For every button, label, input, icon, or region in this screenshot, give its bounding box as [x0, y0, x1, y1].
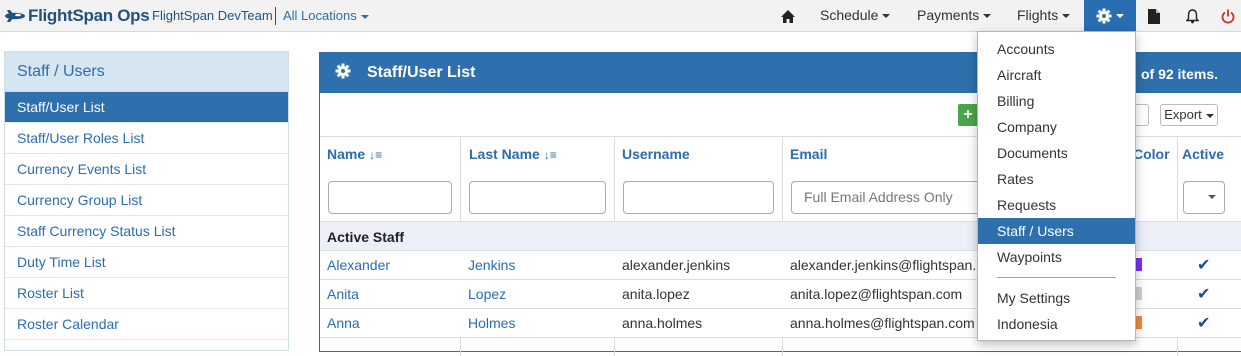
sort-alpha-icon: ↓≡ [543, 148, 557, 162]
brand-logo[interactable]: FlightSpan Ops [4, 4, 150, 28]
username-filter-input[interactable] [623, 181, 774, 214]
active-filter-select[interactable] [1183, 181, 1225, 214]
active-check-icon: ✔ [1197, 257, 1211, 274]
cell-name[interactable]: Anna [327, 315, 360, 331]
chevron-down-icon [983, 14, 992, 19]
nav-schedule[interactable]: Schedule [820, 0, 891, 32]
logout-button[interactable] [1221, 0, 1235, 32]
sidebar-item-currency-group[interactable]: Currency Group List [5, 185, 288, 216]
items-summary: of 92 items. [1140, 66, 1218, 82]
sidebar-item-roster-calendar[interactable]: Roster Calendar [5, 309, 288, 340]
chevron-down-icon [360, 14, 369, 19]
chevron-down-icon [1205, 113, 1214, 118]
cell-username: anita.lopez [622, 286, 690, 302]
nav-flights[interactable]: Flights [1017, 0, 1071, 32]
sidebar-item-currency-events[interactable]: Currency Events List [5, 154, 288, 185]
top-navbar: FlightSpan Ops FlightSpan DevTeam All Lo… [0, 0, 1241, 32]
cell-email: anna.holmes@flightspan.com [790, 315, 975, 331]
column-header-last-name[interactable]: Last Name ↓≡ [469, 146, 557, 162]
cell-name[interactable]: Anita [327, 286, 359, 302]
column-header-email[interactable]: Email [790, 146, 827, 162]
sidebar-item-staff-currency-status[interactable]: Staff Currency Status List [5, 216, 288, 247]
active-check-icon: ✔ [1197, 315, 1211, 332]
last-name-filter-input[interactable] [469, 181, 606, 214]
sidebar-title: Staff / Users [5, 52, 288, 92]
nav-schedule-label: Schedule [820, 7, 879, 23]
chevron-down-icon [1208, 195, 1216, 200]
cell-email: alexander.jenkins@flightspan.com [790, 257, 1003, 273]
name-filter-input[interactable] [328, 181, 452, 214]
column-header-last-name-label: Last Name [469, 146, 540, 162]
menu-item-requests[interactable]: Requests [978, 192, 1135, 218]
plane-icon [5, 10, 25, 22]
chevron-down-icon [1062, 14, 1071, 19]
team-name: FlightSpan DevTeam [152, 8, 273, 23]
cell-last-name[interactable]: Lopez [468, 286, 506, 302]
menu-item-my-settings[interactable]: My Settings [978, 285, 1135, 311]
file-icon [1148, 8, 1160, 24]
column-header-username[interactable]: Username [622, 146, 690, 162]
documents-button[interactable] [1148, 0, 1160, 32]
plus-icon: + [963, 106, 973, 123]
export-label: Export [1164, 107, 1202, 122]
menu-item-rates[interactable]: Rates [978, 166, 1135, 192]
menu-item-staff-users[interactable]: Staff / Users [978, 218, 1135, 244]
settings-dropdown-menu: Accounts Aircraft Billing Company Docume… [977, 31, 1136, 341]
brand-name: FlightSpan Ops [28, 6, 150, 25]
brand-separator [275, 7, 276, 25]
settings-menu-button[interactable] [1084, 0, 1136, 32]
email-filter-input[interactable]: Full Email Address Only [791, 181, 991, 214]
menu-item-indonesia[interactable]: Indonesia [978, 311, 1135, 337]
panel-title: Staff/User List [367, 64, 476, 81]
cell-email: anita.lopez@flightspan.com [790, 286, 963, 302]
power-icon [1221, 9, 1235, 24]
column-header-color[interactable]: Color [1133, 146, 1170, 162]
menu-item-billing[interactable]: Billing [978, 88, 1135, 114]
active-check-icon: ✔ [1197, 286, 1211, 303]
menu-item-accounts[interactable]: Accounts [978, 36, 1135, 62]
export-button[interactable]: Export [1160, 104, 1218, 126]
cell-last-name[interactable]: Holmes [468, 315, 515, 331]
nav-payments[interactable]: Payments [917, 0, 992, 32]
menu-item-company[interactable]: Company [978, 114, 1135, 140]
group-label: Active Staff [327, 229, 405, 245]
column-header-name[interactable]: Name ↓≡ [327, 146, 382, 162]
home-button[interactable] [780, 0, 796, 32]
menu-divider [997, 277, 1116, 278]
cell-username: anna.holmes [622, 315, 703, 331]
gear-icon [335, 63, 351, 79]
cell-name[interactable]: Alexander [327, 257, 390, 273]
gear-icon [1096, 8, 1112, 24]
menu-item-waypoints[interactable]: Waypoints [978, 244, 1135, 270]
column-header-name-label: Name [327, 146, 366, 162]
cell-last-name[interactable]: Jenkins [468, 257, 515, 273]
add-user-button[interactable]: + [958, 104, 978, 126]
chevron-down-icon [882, 14, 891, 19]
location-selector[interactable]: All Locations [283, 8, 369, 23]
chevron-down-icon [1116, 14, 1124, 19]
cell-username: alexander.jenkins [622, 257, 731, 273]
menu-item-aircraft[interactable]: Aircraft [978, 62, 1135, 88]
nav-flights-label: Flights [1017, 7, 1059, 23]
sidebar-item-staff-user-roles[interactable]: Staff/User Roles List [5, 123, 288, 154]
sidebar: Staff / Users Staff/User List Staff/User… [4, 51, 289, 351]
sidebar-item-staff-user-list[interactable]: Staff/User List [5, 92, 288, 123]
notifications-button[interactable] [1185, 0, 1200, 32]
sidebar-item-roster-list[interactable]: Roster List [5, 278, 288, 309]
location-label: All Locations [283, 8, 357, 23]
menu-item-documents[interactable]: Documents [978, 140, 1135, 166]
bell-icon [1185, 9, 1200, 24]
sort-alpha-icon: ↓≡ [369, 148, 383, 162]
nav-payments-label: Payments [917, 7, 980, 23]
home-icon [781, 9, 795, 23]
sidebar-item-duty-time[interactable]: Duty Time List [5, 247, 288, 278]
column-header-active[interactable]: Active [1182, 146, 1224, 162]
